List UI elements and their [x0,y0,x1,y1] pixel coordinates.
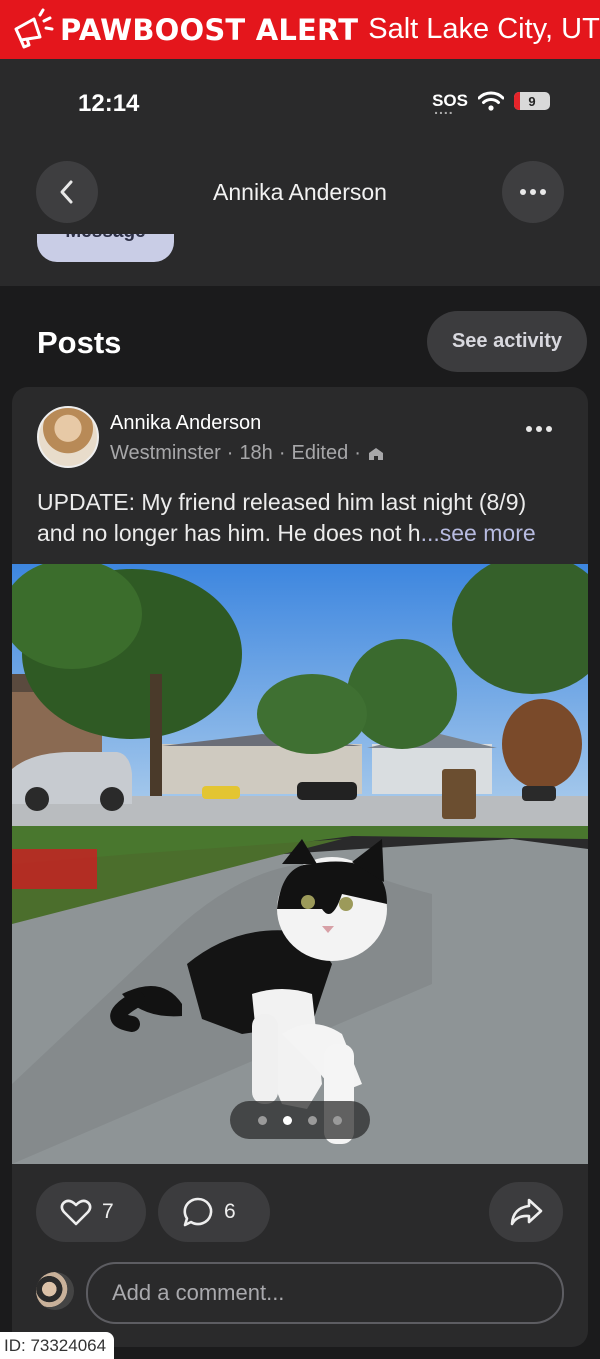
post-meta: Westminster · 18h · Edited · [110,442,385,465]
message-button[interactable]: Message [37,234,174,262]
comment-placeholder: Add a comment... [112,1280,285,1305]
ellipsis-icon [526,426,552,432]
carousel-dot[interactable] [258,1115,267,1125]
carousel-dot[interactable] [308,1115,317,1125]
post-location: Westminster [110,442,221,464]
status-icons: SOS 9 [432,91,550,117]
more-options-button[interactable] [502,161,564,223]
carousel-dot[interactable] [333,1115,342,1125]
like-count: 7 [102,1200,114,1223]
profile-header: 12:14 SOS 9 Annika Anderson Message [0,59,600,286]
comment-count: 6 [224,1200,236,1223]
post-text: UPDATE: My friend released him last nigh… [37,487,567,549]
carousel-dot-active[interactable] [283,1115,292,1125]
post-card: Annika Anderson Westminster · 18h · Edit… [12,387,588,1347]
megaphone-icon [14,8,54,48]
wifi-icon [478,91,504,111]
like-button[interactable]: 7 [36,1182,146,1242]
heart-icon [60,1199,92,1226]
comment-input[interactable]: Add a comment... [86,1262,564,1324]
cat-photo-image [12,564,588,1164]
message-button-label: Message [37,234,174,243]
carousel-indicator[interactable] [230,1101,370,1139]
post-age: 18h [239,442,273,464]
speech-bubble-icon [183,1197,213,1227]
comment-button[interactable]: 6 [158,1182,270,1242]
post-photo[interactable] [12,564,588,1164]
sos-indicator: SOS [432,91,468,117]
ellipsis-icon [520,189,546,195]
status-time: 12:14 [78,90,140,117]
listing-id: ID: 73324064 [0,1332,115,1359]
pawboost-alert-banner: PAWBOOST ALERT Salt Lake City, UT [0,0,600,59]
post-author[interactable]: Annika Anderson [110,412,261,435]
share-button[interactable] [489,1182,563,1242]
author-avatar[interactable] [37,406,99,468]
commenter-avatar [36,1272,74,1310]
battery-level: 9 [528,93,536,109]
banner-city: Salt Lake City, UT [368,13,600,45]
post-edited: Edited [291,442,349,464]
posts-heading: Posts [37,325,122,360]
post-more-button[interactable] [525,420,553,438]
see-activity-button[interactable]: See activity [427,311,587,372]
see-more-link[interactable]: ...see more [421,520,536,546]
share-arrow-icon [510,1198,543,1226]
neighborhood-visibility-icon [368,447,383,460]
battery-icon: 9 [514,92,550,110]
banner-brand: PAWBOOST ALERT [60,12,359,47]
